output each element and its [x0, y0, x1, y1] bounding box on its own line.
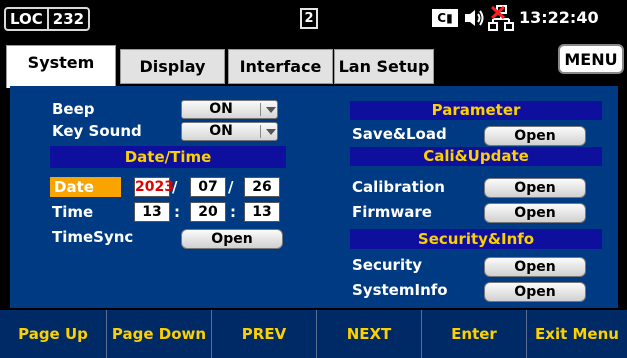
- datetime-header: Date/Time: [50, 146, 286, 168]
- calibration-open-button[interactable]: Open: [484, 178, 586, 198]
- tab-system[interactable]: System: [6, 45, 116, 88]
- dropdown-divider: [260, 103, 261, 116]
- softkey-enter[interactable]: Enter: [422, 310, 527, 358]
- speaker-icon: [465, 10, 484, 26]
- remote-status-indicator: LOC 232: [4, 7, 91, 31]
- tab-display[interactable]: Display: [120, 49, 225, 84]
- menu-button[interactable]: MENU: [558, 44, 624, 74]
- date-separator: /: [172, 178, 178, 196]
- parameter-header: Parameter: [350, 101, 602, 120]
- dropdown-divider: [260, 125, 261, 138]
- time-label: Time: [52, 203, 94, 221]
- systeminfo-open-button[interactable]: Open: [484, 282, 586, 302]
- timesync-label: TimeSync: [52, 228, 134, 246]
- save-load-label: Save&Load: [352, 125, 447, 143]
- clock: 13:22:40: [519, 8, 599, 27]
- softkey-exit-menu[interactable]: Exit Menu: [527, 310, 627, 358]
- channel-number: 232: [46, 9, 88, 29]
- date-month-field[interactable]: 07: [190, 177, 226, 197]
- softkey-page-down[interactable]: Page Down: [107, 310, 212, 358]
- lan-disconnected-icon: [488, 5, 514, 31]
- date-day-field[interactable]: 26: [244, 177, 280, 197]
- date-separator: /: [228, 178, 234, 196]
- date-year-field[interactable]: 2023: [134, 177, 174, 197]
- softkey-next[interactable]: NEXT: [317, 310, 422, 358]
- security-label: Security: [352, 256, 423, 274]
- status-bar: LOC 232 2 C▮ 13:22:40: [0, 0, 627, 36]
- beep-value: ON: [209, 101, 233, 117]
- time-second-field[interactable]: 13: [244, 202, 280, 222]
- timesync-open-button[interactable]: Open: [181, 229, 283, 249]
- firmware-open-button[interactable]: Open: [484, 203, 586, 223]
- security-open-button[interactable]: Open: [484, 257, 586, 277]
- softkey-bar: Page Up Page Down PREV NEXT Enter Exit M…: [0, 310, 627, 358]
- instrument-screen: LOC 232 2 C▮ 13:22:40 System Display Int…: [0, 0, 627, 358]
- key-sound-label: Key Sound: [52, 122, 142, 140]
- time-hour-field[interactable]: 13: [134, 202, 170, 222]
- softkey-prev[interactable]: PREV: [212, 310, 317, 358]
- key-sound-dropdown[interactable]: ON: [181, 122, 278, 141]
- firmware-label: Firmware: [352, 203, 432, 221]
- chevron-down-icon: [266, 129, 276, 135]
- key-sound-value: ON: [209, 123, 233, 139]
- softkey-page-up[interactable]: Page Up: [0, 310, 107, 358]
- beep-label: Beep: [52, 100, 95, 118]
- system-settings-panel: Beep ON Key Sound ON Date/Time Date 2023…: [10, 86, 618, 308]
- systeminfo-label: SystemInfo: [352, 281, 448, 299]
- cali-update-header: Cali&Update: [350, 147, 602, 166]
- security-info-header: Security&Info: [350, 229, 602, 249]
- loc-label: LOC: [10, 10, 43, 28]
- time-separator: :: [230, 203, 236, 221]
- calibration-label: Calibration: [352, 178, 445, 196]
- time-minute-field[interactable]: 20: [190, 202, 226, 222]
- ce-badge-icon: C▮: [432, 9, 458, 27]
- time-separator: :: [174, 203, 180, 221]
- tab-bar: System Display Interface Lan Setup MENU: [0, 36, 627, 88]
- date-label[interactable]: Date: [50, 177, 121, 197]
- tab-lan-setup[interactable]: Lan Setup: [334, 49, 434, 84]
- chevron-down-icon: [266, 107, 276, 113]
- tab-interface[interactable]: Interface: [228, 49, 333, 84]
- save-load-open-button[interactable]: Open: [484, 126, 586, 146]
- beep-dropdown[interactable]: ON: [181, 100, 278, 119]
- tab-count-indicator: 2: [300, 8, 318, 29]
